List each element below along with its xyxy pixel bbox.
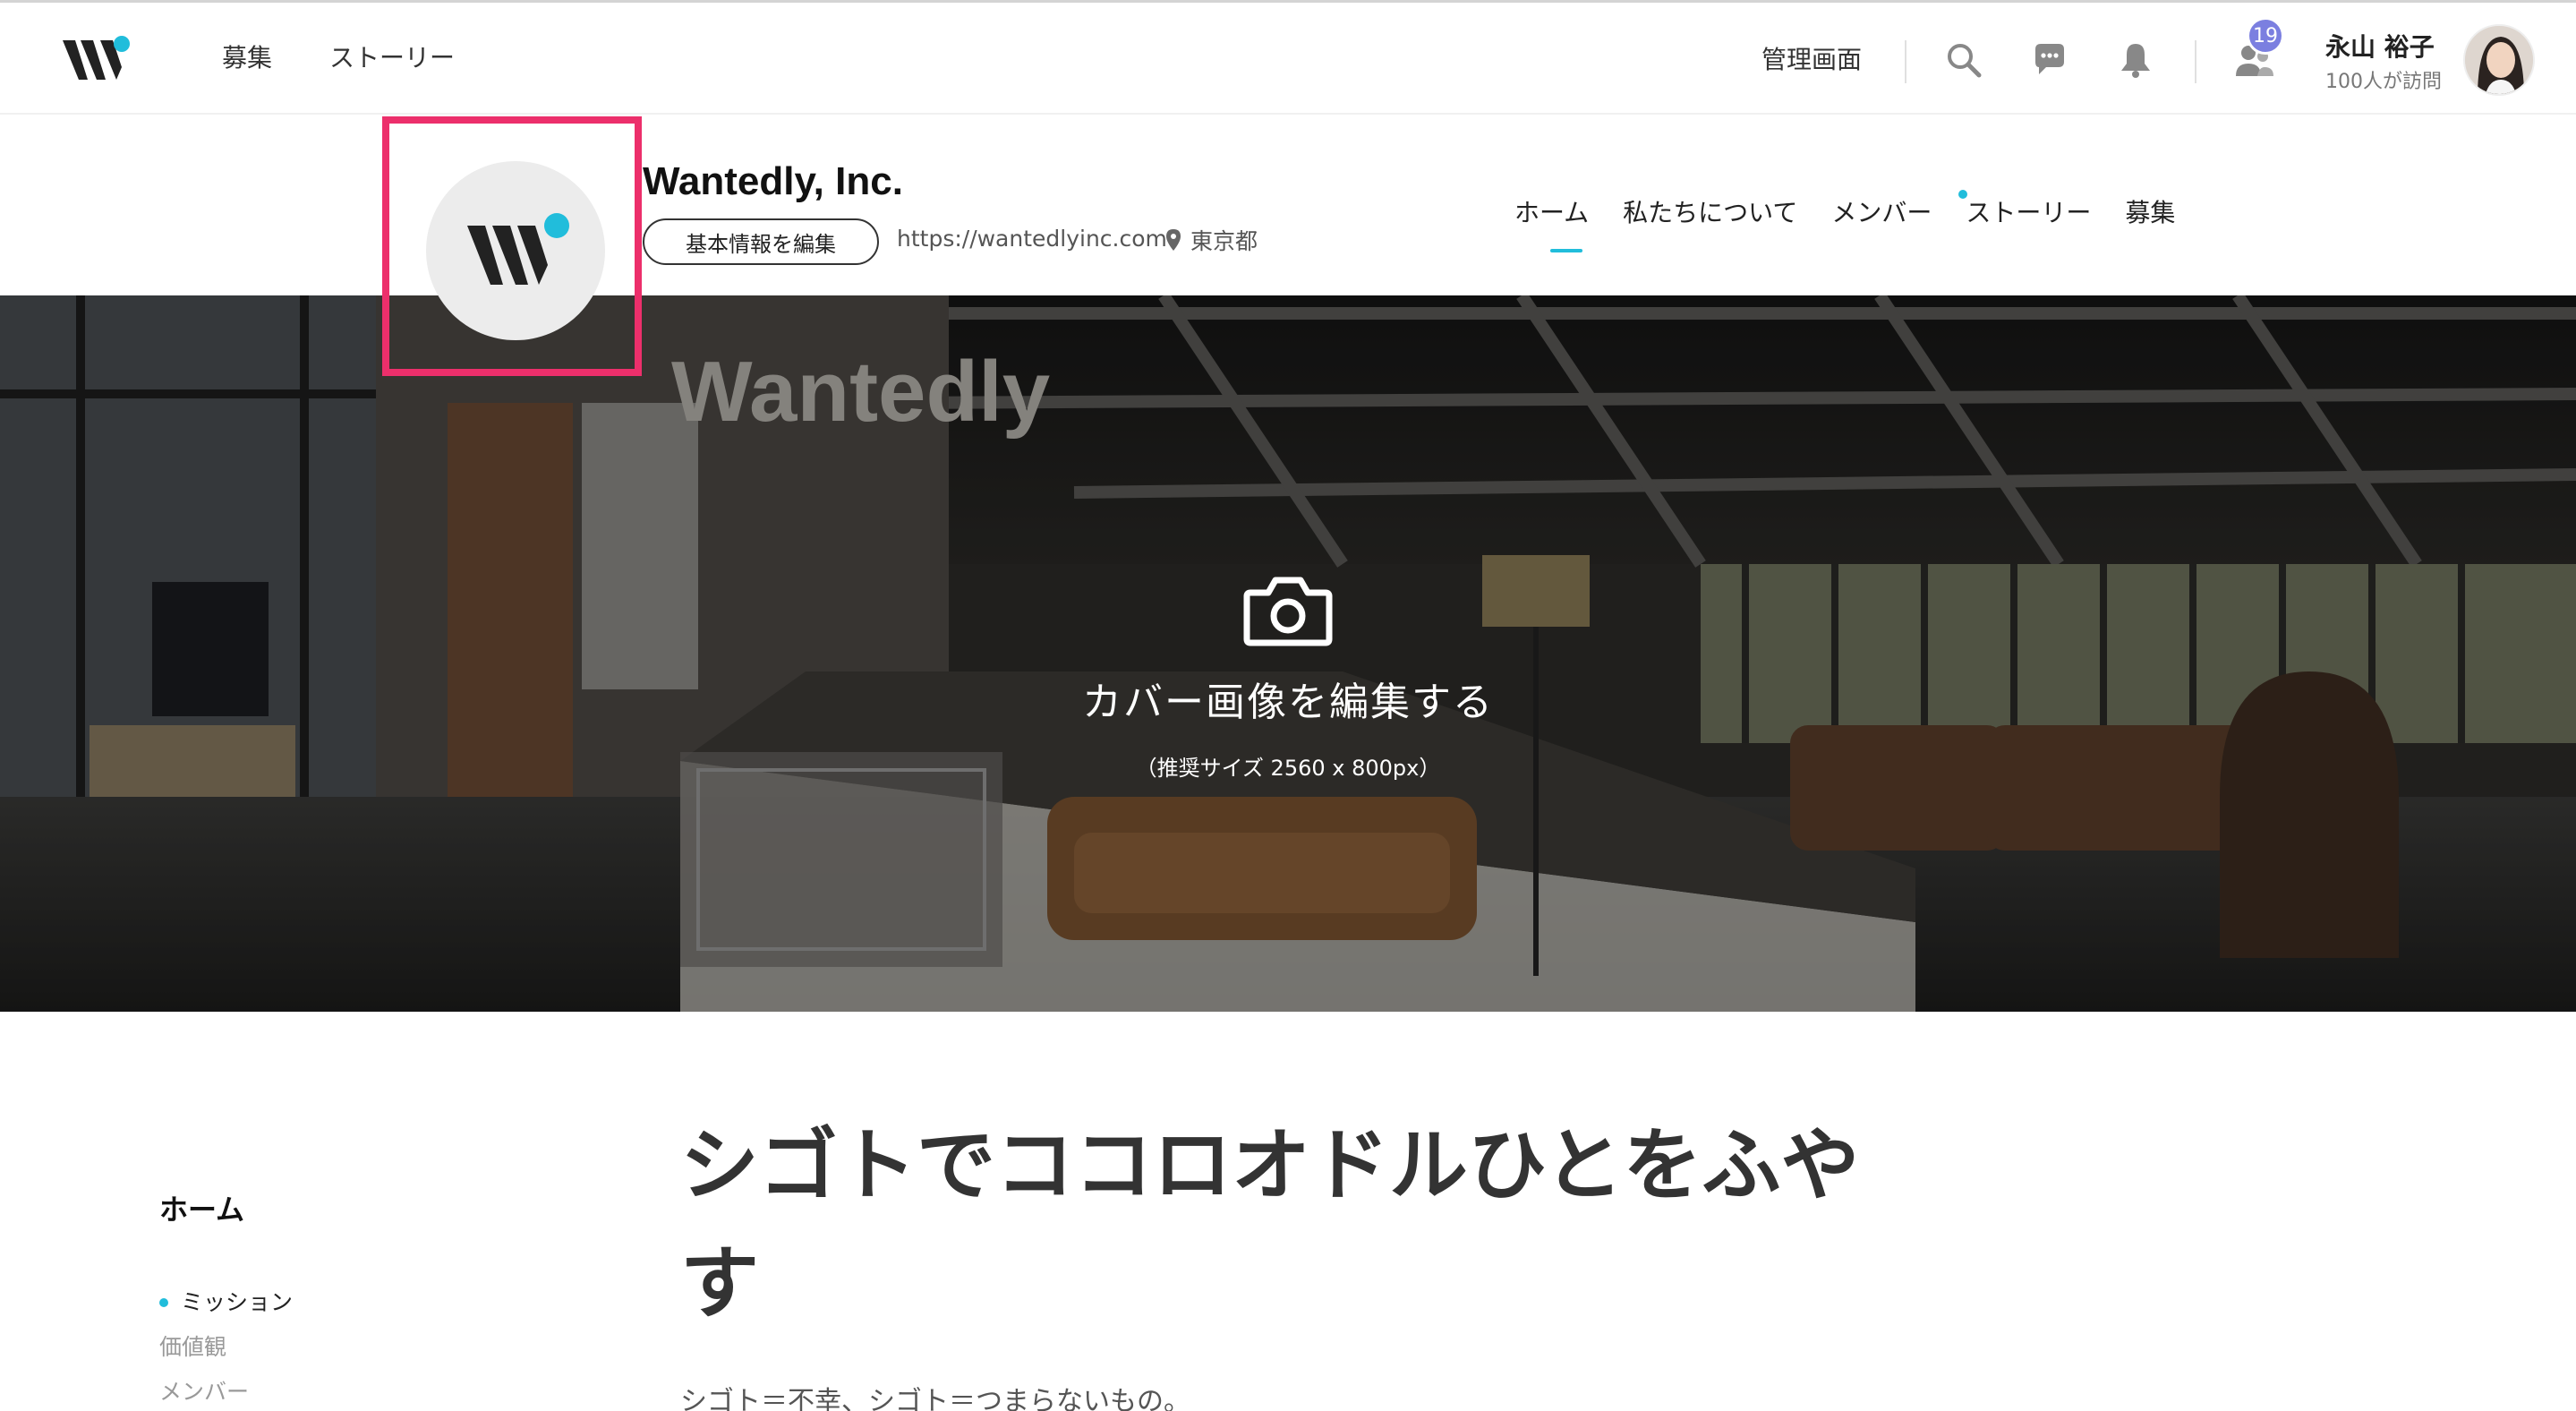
tab-about[interactable]: 私たちについて bbox=[1623, 193, 1797, 233]
side-nav-title: ホーム bbox=[159, 1193, 245, 1227]
active-dot bbox=[159, 1298, 168, 1307]
side-nav-item-members[interactable]: メンバー bbox=[159, 1370, 293, 1411]
tab-home-label: ホーム bbox=[1514, 198, 1590, 227]
side-nav-item-label: 価値観 bbox=[159, 1334, 227, 1360]
edit-basic-info-button[interactable]: 基本情報を編集 bbox=[643, 218, 879, 265]
bell-icon[interactable] bbox=[2111, 35, 2161, 85]
camera-icon bbox=[1243, 577, 1333, 646]
side-nav: ホーム ミッション 価値観 メンバー bbox=[159, 1187, 293, 1411]
mission-title: シゴトでココロオドルひとをふやす bbox=[680, 1119, 1860, 1330]
tab-about-label: 私たちについて bbox=[1623, 198, 1798, 227]
tab-home[interactable]: ホーム bbox=[1514, 193, 1590, 252]
cover-image[interactable]: Wantedly カバー画像を編集する （推奨サイズ 2560 x 800px） bbox=[0, 295, 2576, 1012]
location-pin-icon bbox=[1166, 229, 1181, 251]
global-header: 募集 ストーリー 管理画面 19 永山 裕子 100人が訪問 bbox=[0, 3, 2576, 115]
side-nav-item-label: メンバー bbox=[159, 1379, 250, 1405]
tab-stories-label: ストーリー bbox=[1966, 198, 2092, 227]
tab-stories[interactable]: ストーリー bbox=[1958, 190, 2092, 233]
nav-stories[interactable]: ストーリー bbox=[329, 37, 455, 80]
global-nav: 募集 ストーリー bbox=[222, 37, 455, 80]
tab-members[interactable]: メンバー bbox=[1831, 193, 1932, 233]
company-logo[interactable] bbox=[426, 161, 605, 340]
wantedly-logo[interactable] bbox=[63, 35, 134, 85]
company-location: 東京都 bbox=[1165, 224, 1258, 256]
tab-recruit-label: 募集 bbox=[2125, 198, 2176, 227]
admin-link[interactable]: 管理画面 bbox=[1761, 38, 1862, 81]
active-tab-indicator bbox=[1550, 249, 1582, 252]
side-nav-item-label: ミッション bbox=[181, 1289, 294, 1315]
user-visits: 100人が訪問 bbox=[2325, 71, 2442, 93]
nav-recruit[interactable]: 募集 bbox=[222, 37, 272, 80]
header-divider-2 bbox=[2195, 40, 2196, 83]
visitors-badge: 19 bbox=[2247, 17, 2284, 55]
chat-icon[interactable] bbox=[2025, 35, 2075, 85]
cover-edit-label: カバー画像を編集する bbox=[1082, 680, 1494, 725]
tab-members-label: メンバー bbox=[1831, 198, 1932, 227]
company-url[interactable]: https://wantedlyinc.com bbox=[897, 226, 1167, 252]
mission-text: シゴト＝不幸、シゴト＝つまらないもの。 bbox=[680, 1386, 1190, 1411]
user-name[interactable]: 永山 裕子 bbox=[2325, 28, 2435, 64]
wantedly-w-icon bbox=[63, 36, 130, 80]
company-tabs: ホーム 私たちについて メンバー ストーリー 募集 bbox=[1514, 190, 2175, 252]
tab-recruit[interactable]: 募集 bbox=[2125, 193, 2175, 233]
side-nav-item-mission[interactable]: ミッション bbox=[159, 1280, 293, 1325]
company-w-icon bbox=[467, 213, 569, 285]
cover-size-hint: （推奨サイズ 2560 x 800px） bbox=[1135, 756, 1441, 781]
avatar[interactable] bbox=[2463, 24, 2535, 96]
cover-edit-cta[interactable]: カバー画像を編集する （推奨サイズ 2560 x 800px） bbox=[1024, 573, 1552, 782]
header-divider bbox=[1905, 40, 1906, 83]
side-nav-item-values[interactable]: 価値観 bbox=[159, 1325, 293, 1370]
company-name: Wantedly, Inc. bbox=[643, 159, 903, 203]
search-icon[interactable] bbox=[1939, 35, 1989, 85]
location-label: 東京都 bbox=[1190, 228, 1258, 254]
